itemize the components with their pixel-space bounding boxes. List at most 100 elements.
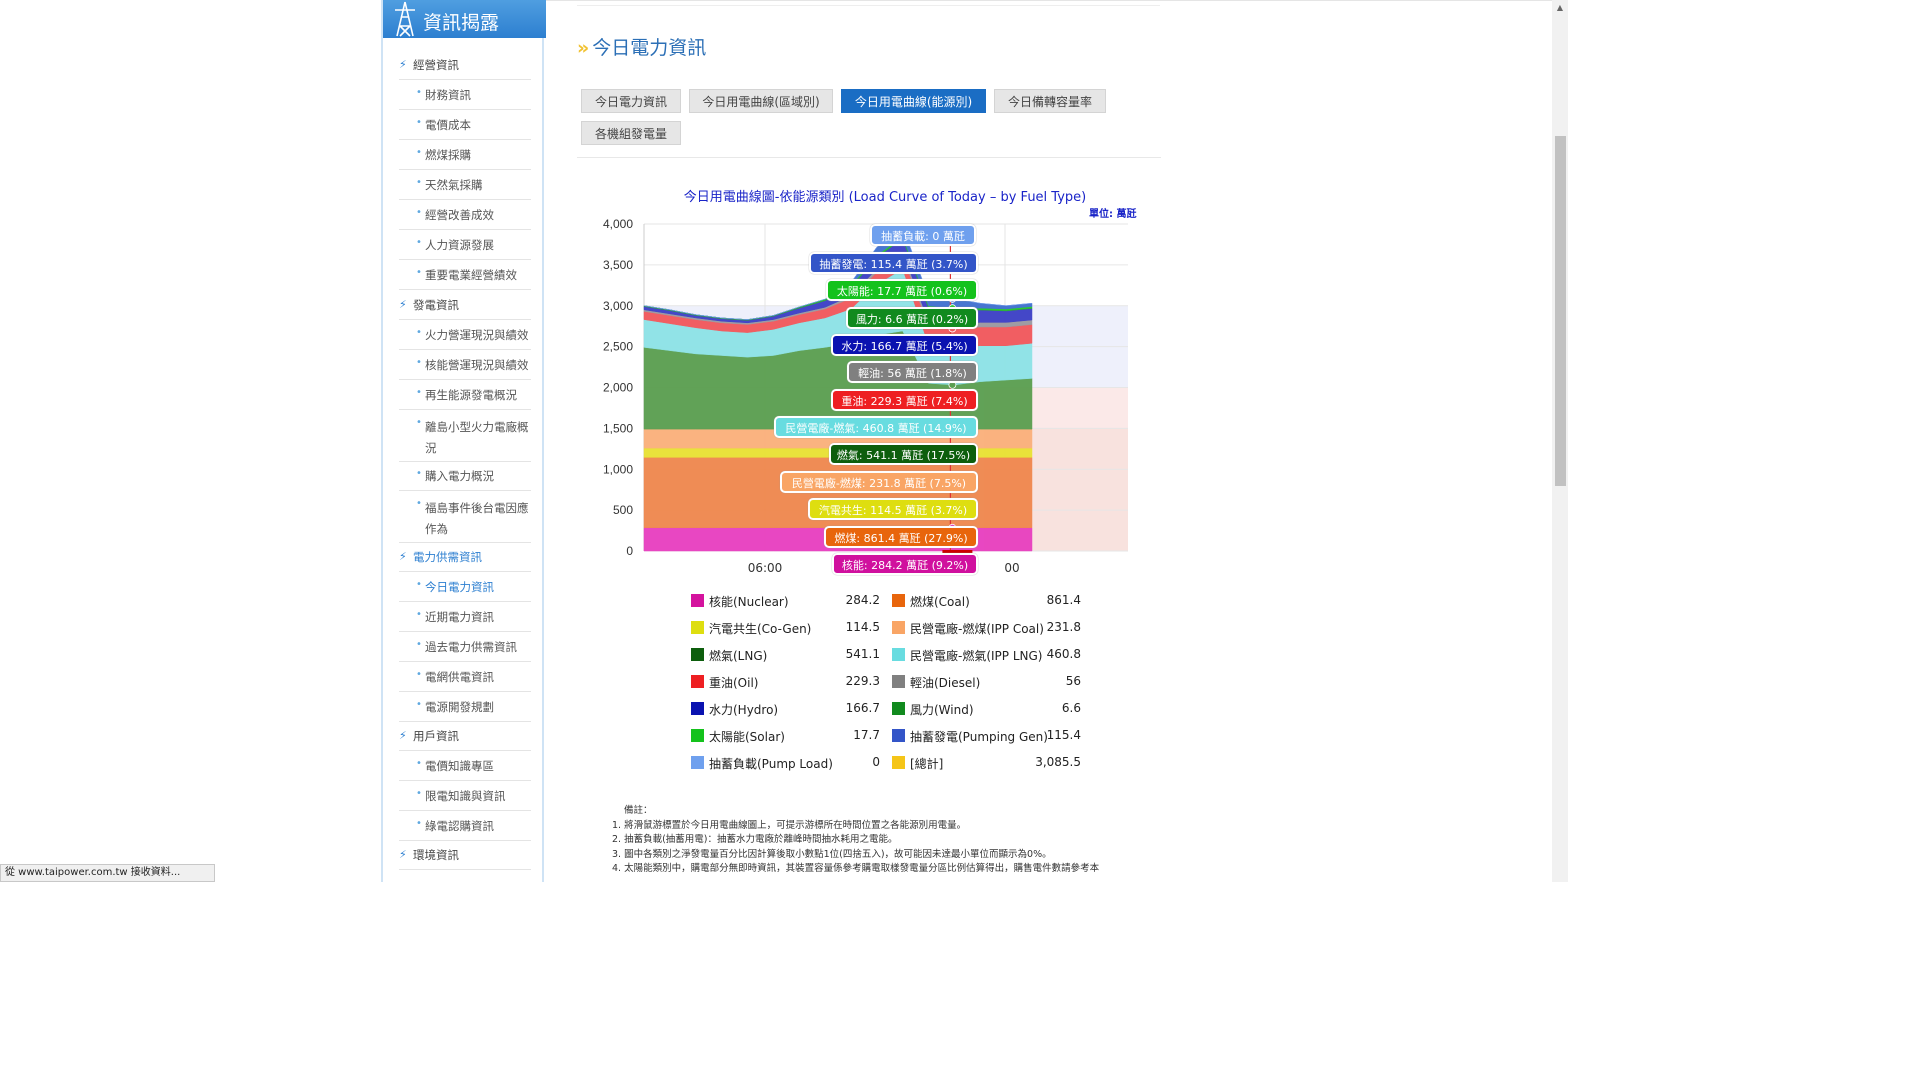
bullet-icon: • [416,788,422,799]
bullet-icon: • [416,758,422,769]
tooltip-row: 重油: 229.3 萬瓩 (7.4%) [831,389,978,411]
notes-heading: 備註： [624,805,653,816]
lightning-icon: ⚡ [399,848,407,861]
legend-value: 166.7 [845,701,880,715]
scroll-up-arrow-icon[interactable]: ▲ [1552,0,1568,16]
sidebar-item-label: 環境資訊 [413,848,459,862]
sidebar-item[interactable]: • 限電知識與資訊 [399,788,531,811]
tooltip-row: 輕油: 56 萬瓩 (1.8%) [847,361,978,383]
sidebar-item[interactable]: • 福島事件後台電因應作為 [399,498,531,543]
sidebar-item-label: 近期電力資訊 [425,610,494,624]
sidebar-header: 資訊揭露 [383,0,546,38]
legend-label[interactable]: 燃煤(Coal) [910,593,970,610]
y-tick-label: 2,000 [603,381,633,395]
sidebar-item[interactable]: • 再生能源發電概況 [399,387,531,410]
legend-label[interactable]: 重油(Oil) [709,674,758,691]
lightning-icon: ⚡ [399,298,407,311]
sidebar-item-label: 過去電力供需資訊 [425,640,517,654]
note-line: 2. 抽蓄負載(抽蓄用電)：抽蓄水力電廠於離峰時間抽水耗用之電能。 [612,834,898,845]
page-title-text: 今日電力資訊 [592,37,707,59]
sidebar-item[interactable]: • 重要電業經營績效 [399,267,531,290]
bullet-icon: • [416,818,422,829]
sidebar-item[interactable]: • 今日電力資訊 [399,579,531,602]
bullet-icon: • [416,639,422,650]
legend-label[interactable]: 輕油(Diesel) [910,674,980,691]
sidebar-section[interactable]: ⚡ 用戶資訊 [399,728,531,751]
scrollbar-thumb[interactable] [1555,136,1566,486]
sidebar-item[interactable]: • 電價知識專區 [399,758,531,781]
sidebar-section[interactable]: ⚡ 電力供需資訊 [399,549,531,572]
bullet-icon: • [416,357,422,368]
legend-swatch [691,594,704,607]
sidebar-item-label: 火力營運現況與績效 [425,328,529,342]
sidebar-item[interactable]: • 電網供電資訊 [399,669,531,692]
bullet-icon: • [416,147,422,158]
note-line: 1. 將滑鼠游標置於今日用電曲線圖上，可提示游標所在時間位置之各能源別用電量。 [612,819,967,831]
legend-swatch [892,756,905,769]
sidebar-item-label: 福島事件後台電因應作為 [425,501,529,536]
tab-reserve-margin[interactable]: 今日備轉容量率 [994,89,1106,113]
sidebar-item[interactable]: • 人力資源發展 [399,237,531,260]
sidebar-item[interactable]: • 燃煤採購 [399,147,531,170]
sidebar-item[interactable]: • 購入電力概況 [399,468,531,491]
legend-label[interactable]: 燃氣(LNG) [709,647,767,664]
legend-label[interactable]: 太陽能(Solar) [709,728,785,745]
tooltip-row: 太陽能: 17.7 萬瓩 (0.6%) [826,279,978,301]
sidebar-item[interactable]: • 綠電認購資訊 [399,818,531,841]
tab-unit-generation[interactable]: 各機組發電量 [581,121,681,145]
bullet-icon: • [416,117,422,128]
legend-swatch [892,621,905,634]
sidebar-item[interactable]: • 天然氣採購 [399,177,531,200]
sidebar-item[interactable]: • 電源開發規劃 [399,699,531,722]
tooltip-row: 核能: 284.2 萬瓩 (9.2%) [832,553,978,575]
tooltip-row: 燃氣: 541.1 萬瓩 (17.5%) [829,443,978,465]
sidebar-section[interactable]: ⚡ 發電資訊 [399,297,531,320]
bullet-icon: • [416,207,422,218]
sidebar-item-label: 財務資訊 [425,88,471,102]
legend-swatch [691,675,704,688]
sidebar-section[interactable]: ⚡ 環境資訊 [399,847,531,870]
sidebar-item-label: 購入電力概況 [425,469,494,483]
sidebar-item-label: 經營改善成效 [425,208,494,222]
tooltip-row: 抽蓄發電: 115.4 萬瓩 (3.7%) [809,252,978,274]
legend-swatch [691,621,704,634]
tooltip-row: 抽蓄負載: 0 萬瓩 [870,224,976,246]
sidebar-item-label: 電源開發規劃 [425,700,494,714]
legend-label[interactable]: 風力(Wind) [910,701,974,718]
legend-value: 17.7 [853,728,880,742]
sidebar-item-label: 發電資訊 [413,298,459,312]
bullet-icon: • [416,669,422,680]
y-tick-label: 3,000 [603,299,633,313]
tooltip-row: 燃煤: 861.4 萬瓩 (27.9%) [824,526,978,548]
tab-today-power[interactable]: 今日電力資訊 [581,89,681,113]
sidebar-item[interactable]: • 核能營運現況與績效 [399,357,531,380]
lightning-icon: ⚡ [399,550,407,563]
tab-load-curve-region[interactable]: 今日用電曲線(區域別) [689,89,833,113]
sidebar-item-label: 人力資源發展 [425,238,494,252]
sidebar-item[interactable]: • 財務資訊 [399,87,531,110]
lightning-icon: ⚡ [399,58,407,71]
bullet-icon: • [416,579,422,590]
legend-label[interactable]: 抽蓄負載(Pump Load) [709,755,833,772]
y-tick-label: 3,500 [603,258,633,272]
sidebar-item[interactable]: • 經營改善成效 [399,207,531,230]
x-tick-label: 00 [1004,561,1019,575]
sidebar-item[interactable]: • 過去電力供需資訊 [399,639,531,662]
sidebar-item[interactable]: • 近期電力資訊 [399,609,531,632]
sidebar-item-label: 綠電認購資訊 [425,819,494,833]
y-tick-label: 1,500 [603,421,633,435]
tooltip-row: 風力: 6.6 萬瓩 (0.2%) [846,307,978,329]
tab-load-curve-fuel[interactable]: 今日用電曲線(能源別) [841,89,986,113]
sidebar-item[interactable]: • 電價成本 [399,117,531,140]
legend-swatch [892,702,905,715]
sidebar-item-label: 用戶資訊 [413,729,459,743]
sidebar-item[interactable]: • 離島小型火力電廠概況 [399,417,531,462]
sidebar-item[interactable]: • 火力營運現況與績效 [399,327,531,350]
sidebar-section[interactable]: ⚡ 經營資訊 [399,57,531,80]
legend-label[interactable]: 水力(Hydro) [709,701,778,718]
bullet-icon: • [416,177,422,188]
legend-label[interactable]: 核能(Nuclear) [709,593,789,610]
legend-label[interactable]: 汽電共生(Co-Gen) [709,620,811,637]
sidebar-item-label: 電價成本 [425,118,471,132]
legend-label[interactable]: [總計] [910,755,943,772]
